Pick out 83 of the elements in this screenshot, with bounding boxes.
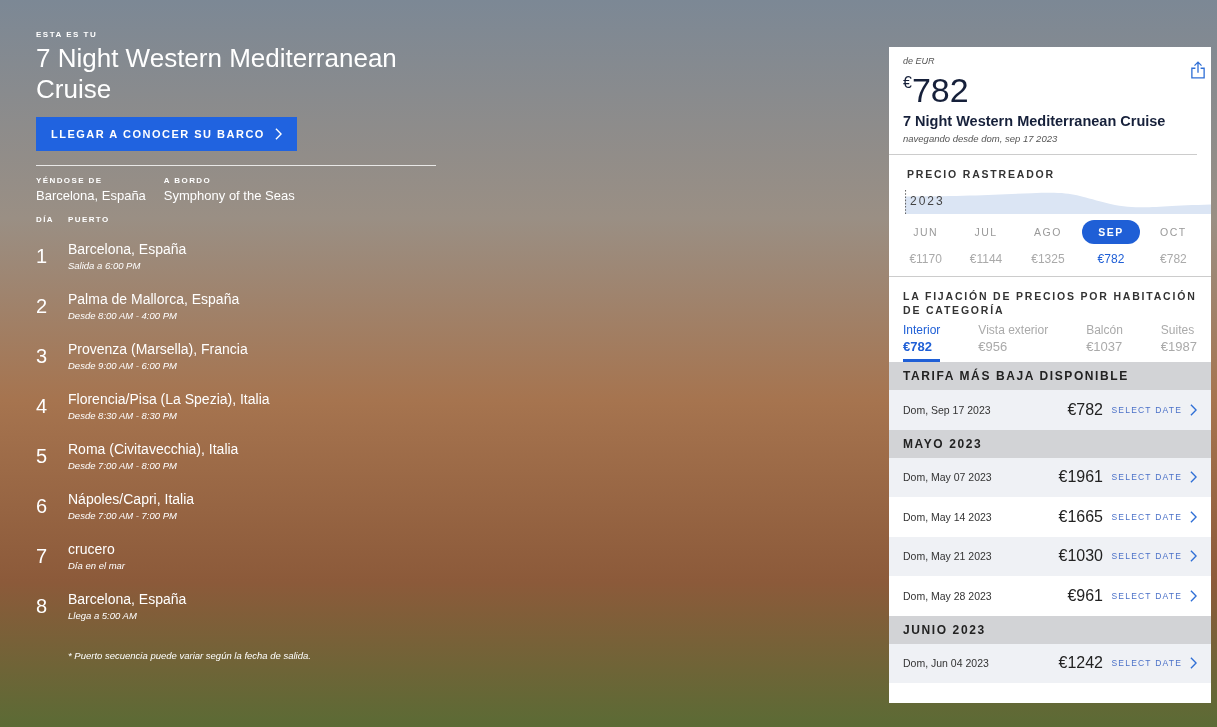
port-time: Desde 8:30 AM - 8:30 PM bbox=[68, 410, 178, 421]
chevron-icon bbox=[1190, 589, 1197, 602]
chevron-icon bbox=[1190, 471, 1197, 484]
chevron-icon bbox=[274, 128, 282, 140]
category-tab[interactable]: Vista exterior €956 bbox=[978, 323, 1049, 362]
section-header: TARIFA MÁS BAJA DISPONIBLE bbox=[889, 362, 1211, 390]
chevron-icon bbox=[1190, 510, 1197, 523]
month-price: €1170 bbox=[909, 252, 942, 266]
footnote: * Puerto secuencia puede variar según la fecha de salida. bbox=[68, 650, 312, 661]
section-header: MAYO 2023 bbox=[889, 429, 1211, 458]
select-date-link[interactable]: SELECT DATE bbox=[1111, 510, 1197, 523]
port-name: crucero bbox=[68, 541, 116, 557]
column-header: PUERTO bbox=[68, 215, 110, 224]
sailing-date-text: Dom, Sep 17 2023 bbox=[903, 403, 992, 416]
port-name: Barcelona, España bbox=[68, 241, 187, 257]
month-price: €1144 bbox=[969, 252, 1003, 266]
column-header: DÍA bbox=[36, 215, 55, 224]
chevron-icon bbox=[1190, 403, 1197, 416]
port-name: Provenza (Marsella), Francia bbox=[68, 341, 248, 357]
month-tab[interactable]: JUL bbox=[958, 220, 1014, 244]
sailing-date-text: Dom, May 21 2023 bbox=[903, 550, 993, 563]
sailing-date-text: Dom, Jun 04 2023 bbox=[903, 657, 990, 670]
port-time: Desde 9:00 AM - 6:00 PM bbox=[68, 360, 178, 371]
sailing-date: navegando desde dom, sep 17 2023 bbox=[903, 133, 1059, 144]
port-name: Florencia/Pisa (La Spezia), Italia bbox=[68, 391, 270, 407]
select-date-link[interactable]: SELECT DATE bbox=[1111, 657, 1197, 670]
select-date-link[interactable]: SELECT DATE bbox=[1111, 403, 1197, 416]
month-price: €782 bbox=[1160, 252, 1187, 266]
sailing-date-text: Dom, May 14 2023 bbox=[903, 510, 993, 523]
day-number: 1 bbox=[36, 244, 49, 268]
eyebrow-label: ESTA ES TU bbox=[36, 30, 99, 39]
month-tab[interactable]: SEP bbox=[1082, 220, 1140, 244]
date-price: €1030 bbox=[1057, 547, 1103, 566]
category-tab[interactable]: Suites €1987 bbox=[1160, 323, 1197, 362]
section-header: JUNIO 2023 bbox=[889, 615, 1211, 644]
detail-value: Symphony of the Seas bbox=[163, 188, 295, 203]
tracker-title: PRECIO RASTREADOR bbox=[906, 168, 1056, 180]
date-price: €1242 bbox=[1057, 654, 1103, 673]
port-time: Desde 7:00 AM - 8:00 PM bbox=[68, 460, 178, 471]
select-date-link[interactable]: SELECT DATE bbox=[1111, 471, 1197, 484]
detail-value: Barcelona, España bbox=[36, 188, 146, 203]
cruise-name: 7 Night Western Mediterranean Cruise bbox=[903, 113, 1167, 129]
detail-label: YÉNDOSE DE bbox=[36, 176, 104, 185]
sailing-date-text: Dom, May 28 2023 bbox=[903, 589, 993, 602]
date-price: €1961 bbox=[1057, 468, 1103, 487]
port-name: Roma (Civitavecchia), Italia bbox=[68, 441, 239, 457]
category-tab[interactable]: Balcón €1037 bbox=[1086, 323, 1123, 362]
port-name: Barcelona, España bbox=[68, 591, 187, 607]
currency-note: de EUR bbox=[903, 56, 936, 66]
day-number: 4 bbox=[36, 394, 49, 418]
select-date-link[interactable]: SELECT DATE bbox=[1111, 589, 1197, 602]
day-number: 7 bbox=[36, 544, 49, 568]
select-date-link[interactable]: SELECT DATE bbox=[1111, 550, 1197, 563]
port-time: Día en el mar bbox=[68, 560, 126, 571]
port-name: Palma de Mallorca, España bbox=[68, 291, 240, 307]
day-number: 2 bbox=[36, 294, 49, 318]
date-price: €961 bbox=[1066, 586, 1103, 605]
day-number: 8 bbox=[36, 594, 49, 618]
year-label: 2023 bbox=[910, 194, 945, 208]
day-number: 6 bbox=[36, 494, 49, 518]
date-price: €1665 bbox=[1057, 507, 1103, 526]
date-price: €782 bbox=[1066, 400, 1103, 419]
month-tab[interactable]: AGO bbox=[1018, 220, 1078, 244]
day-number: 5 bbox=[36, 444, 49, 468]
sailing-date-text: Dom, May 07 2023 bbox=[903, 471, 993, 484]
port-time: Desde 7:00 AM - 7:00 PM bbox=[68, 510, 178, 521]
port-time: Desde 8:00 AM - 4:00 PM bbox=[68, 310, 178, 321]
port-time: Salida a 6:00 PM bbox=[68, 260, 142, 271]
chevron-icon bbox=[1190, 657, 1197, 670]
month-price: €782 bbox=[1097, 252, 1125, 266]
cruise-title: 7 Night Western Mediterranean Cruise bbox=[36, 43, 398, 105]
day-number: 3 bbox=[36, 344, 49, 368]
month-price: €1325 bbox=[1031, 252, 1065, 266]
price: $^{€}$782 bbox=[903, 70, 970, 107]
port-name: Nápoles/Capri, Italia bbox=[68, 491, 195, 507]
ship-button[interactable]: LLEGAR A CONOCER SU BARCO bbox=[36, 117, 297, 151]
detail-label: A BORDO bbox=[163, 176, 213, 185]
port-time: Llega a 5:00 AM bbox=[68, 610, 138, 621]
share-icon[interactable] bbox=[1191, 61, 1205, 79]
category-title: LA FIJACIÓN DE PRECIOS POR HABITACIÓN DE CATEGORÍA bbox=[902, 289, 1198, 317]
month-tab[interactable]: JUN bbox=[897, 220, 955, 244]
chevron-icon bbox=[1190, 550, 1197, 563]
month-tab[interactable]: OCT bbox=[1144, 220, 1203, 244]
